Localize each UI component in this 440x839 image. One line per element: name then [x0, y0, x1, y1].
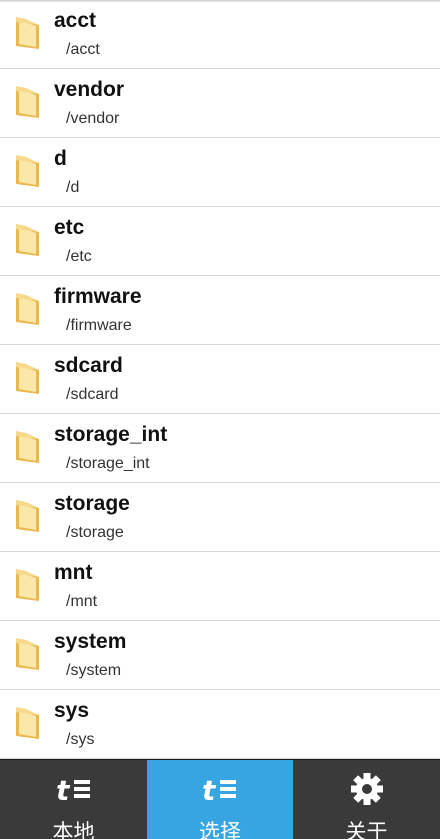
folder-icon: [16, 431, 39, 463]
folder-icon: [16, 86, 39, 118]
folder-name: storage: [54, 492, 130, 515]
folder-path: /etc: [66, 248, 92, 265]
folder-name: vendor: [54, 78, 125, 101]
folder-name: acct: [54, 9, 97, 32]
svg-text:t: t: [202, 774, 217, 806]
list-item[interactable]: etc /etc: [0, 207, 440, 276]
gear-icon: [350, 773, 383, 805]
folder-icon: [16, 362, 39, 394]
folder-path: /acct: [66, 41, 100, 58]
folder-path: /mnt: [66, 593, 98, 610]
tab-label: 关于: [345, 820, 388, 839]
folder-path: /vendor: [66, 110, 120, 127]
tab-local[interactable]: t 本地: [0, 760, 147, 839]
folder-path: /d: [66, 179, 80, 196]
folder-name: system: [54, 630, 127, 653]
top-divider: [0, 0, 440, 2]
tab-label: 选择: [199, 820, 241, 839]
folder-name: storage_int: [54, 423, 168, 446]
folder-path: /firmware: [66, 317, 132, 334]
folder-path: /sys: [66, 731, 95, 748]
folder-name: sdcard: [54, 354, 123, 377]
folder-path: /sdcard: [66, 386, 119, 403]
list-item[interactable]: storage /storage: [0, 483, 440, 552]
list-item[interactable]: d /d: [0, 138, 440, 207]
list-item[interactable]: sdcard /sdcard: [0, 345, 440, 414]
list-item[interactable]: firmware /firmware: [0, 276, 440, 345]
list-item[interactable]: system /system: [0, 621, 440, 690]
tab-label: 本地: [52, 820, 95, 839]
folder-icon: [16, 17, 39, 49]
folder-name: d: [54, 147, 67, 170]
list-item[interactable]: vendor /vendor: [0, 69, 440, 138]
list-item[interactable]: sys /sys: [0, 690, 440, 759]
tab-select[interactable]: t 选择: [147, 760, 293, 839]
folder-path: /system: [66, 662, 122, 679]
folder-path: /storage: [66, 524, 124, 541]
te-logo-icon: t: [202, 774, 236, 806]
folder-path: /storage_int: [66, 455, 150, 472]
svg-text:t: t: [56, 774, 71, 806]
bottom-tab-bar: t 本地 t 选择 关于: [0, 759, 440, 839]
te-logo-icon: t: [56, 774, 90, 806]
file-list: acct /acct vendor /vendor d /d etc /etc …: [0, 0, 440, 759]
list-item[interactable]: acct /acct: [0, 0, 440, 69]
folder-icon: [16, 224, 39, 256]
list-item[interactable]: mnt /mnt: [0, 552, 440, 621]
folder-name: etc: [54, 216, 85, 239]
folder-icon: [16, 500, 39, 532]
tab-about[interactable]: 关于: [293, 760, 440, 839]
folder-name: mnt: [54, 561, 93, 584]
app-screen: acct /acct vendor /vendor d /d etc /etc …: [0, 0, 440, 839]
folder-icon: [16, 569, 39, 601]
folder-name: sys: [54, 699, 90, 722]
list-item[interactable]: storage_int /storage_int: [0, 414, 440, 483]
folder-icon: [16, 707, 39, 739]
folder-icon: [16, 293, 39, 325]
folder-name: firmware: [54, 285, 142, 308]
folder-icon: [16, 638, 39, 670]
folder-icon: [16, 155, 39, 187]
